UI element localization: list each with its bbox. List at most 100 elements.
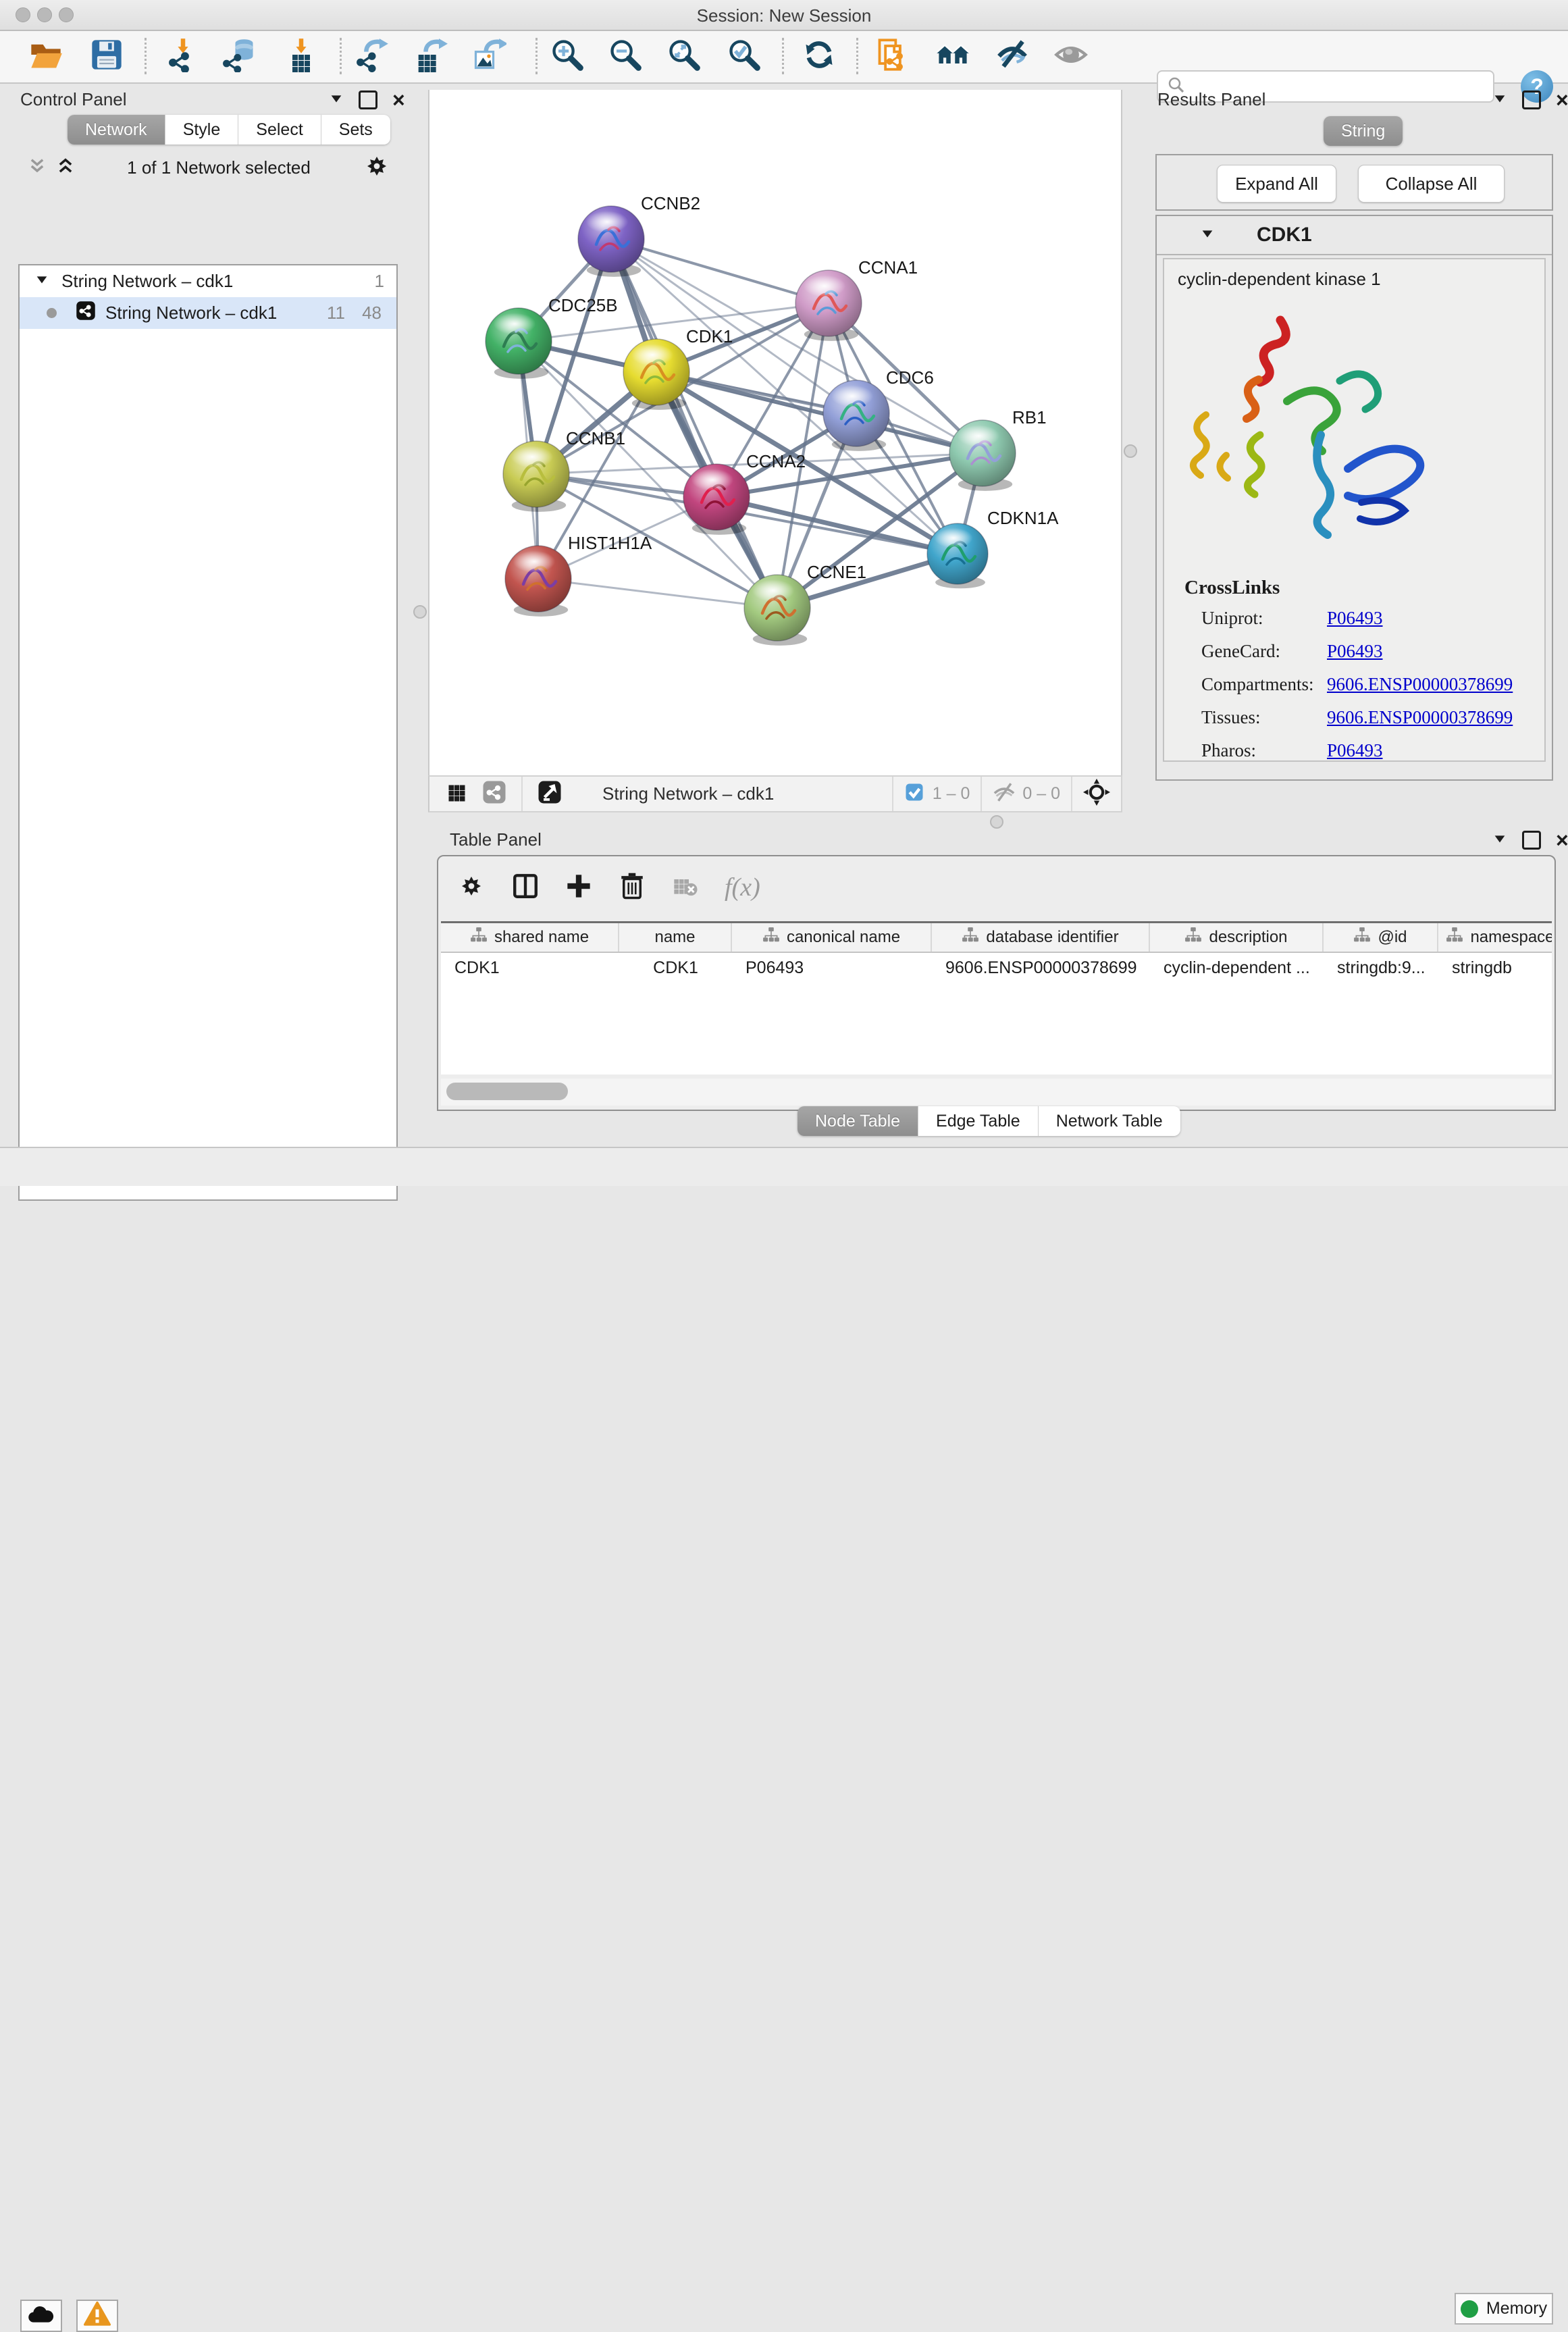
column-header-name[interactable]: name: [619, 923, 732, 952]
export-image-button[interactable]: [469, 35, 509, 77]
refresh-button[interactable]: [799, 35, 839, 77]
tab-node-table[interactable]: Node Table: [798, 1106, 918, 1136]
export-table-button[interactable]: [410, 35, 450, 77]
gene-header[interactable]: CDK1: [1157, 216, 1552, 255]
collection-list-item[interactable]: String Network – cdk1 1: [20, 265, 396, 297]
table-hscrollbar[interactable]: [441, 1079, 1552, 1106]
crosslink-link[interactable]: 9606.ENSP00000378699: [1327, 707, 1513, 728]
close-panel-button[interactable]: ×: [1556, 93, 1568, 107]
close-panel-button[interactable]: ×: [1556, 833, 1568, 848]
columns-button[interactable]: [511, 872, 540, 904]
hierarchy-icon: [1446, 927, 1463, 949]
node-CCNE1[interactable]: [744, 575, 810, 646]
node-RB1[interactable]: [949, 420, 1016, 491]
tab-style[interactable]: Style: [165, 115, 239, 145]
node-label-CCNE1: CCNE1: [807, 562, 866, 582]
expand-all-icon[interactable]: [56, 157, 75, 179]
gear-button[interactable]: [457, 872, 486, 904]
tab-edge-table[interactable]: Edge Table: [918, 1106, 1039, 1136]
column-header-shared-name[interactable]: shared name: [441, 923, 619, 952]
network-list-item[interactable]: String Network – cdk1 11 48: [20, 297, 396, 329]
warning-icon: [84, 2301, 111, 2331]
plus-button[interactable]: [565, 873, 592, 903]
crosslink-link[interactable]: P06493: [1327, 740, 1383, 761]
float-panel-button[interactable]: [1522, 831, 1541, 850]
tab-string[interactable]: String: [1324, 116, 1403, 146]
column-header-namespace[interactable]: namespace: [1438, 923, 1552, 952]
column-header-database-identifier[interactable]: database identifier: [932, 923, 1150, 952]
table-delete-button[interactable]: [672, 873, 699, 903]
zoom-out-button[interactable]: [605, 35, 646, 77]
cloud-button[interactable]: [20, 2300, 62, 2332]
warnings-button[interactable]: [76, 2300, 118, 2332]
control-panel-tabs: NetworkStyleSelectSets: [68, 115, 390, 145]
left-splitter-handle[interactable]: [413, 605, 427, 619]
tab-select[interactable]: Select: [238, 115, 321, 145]
node-CDK1[interactable]: [623, 339, 689, 410]
tab-network-table[interactable]: Network Table: [1039, 1106, 1180, 1136]
collection-name: String Network – cdk1: [61, 271, 233, 292]
hide-items-button[interactable]: [992, 35, 1033, 77]
collapse-caret-icon[interactable]: [1200, 226, 1215, 244]
crosslink-link[interactable]: P06493: [1327, 608, 1383, 629]
edge-CCNE1-HIST1H1A[interactable]: [538, 579, 777, 608]
options-gear-icon[interactable]: [363, 152, 391, 184]
zoom-in-icon: [550, 37, 585, 76]
detach-view-icon[interactable]: [538, 780, 562, 808]
node-CDKN1A[interactable]: [927, 523, 988, 588]
node-CCNB1[interactable]: [503, 441, 569, 512]
crosslink-link[interactable]: 9606.ENSP00000378699: [1327, 674, 1513, 695]
panel-menu-caret-icon[interactable]: [1492, 91, 1507, 109]
save-button[interactable]: [86, 35, 127, 77]
zoom-in-button[interactable]: [547, 35, 587, 77]
collapse-all-button[interactable]: Collapse All: [1358, 165, 1505, 203]
expand-all-button[interactable]: Expand All: [1217, 165, 1336, 203]
table-header-row: shared namenamecanonical name database id…: [441, 923, 1552, 953]
show-details-button[interactable]: [1051, 35, 1091, 77]
cytoscape-window: { "window": { "title": "Session: New Ses…: [0, 0, 1568, 1185]
column-header-canonical-name[interactable]: canonical name: [732, 923, 932, 952]
memory-button[interactable]: Memory: [1455, 2293, 1553, 2325]
node-table[interactable]: shared namenamecanonical name database id…: [441, 921, 1552, 1074]
crosslink-label: Tissues:: [1201, 707, 1327, 728]
column-header--id[interactable]: @id: [1324, 923, 1438, 952]
panel-menu-caret-icon[interactable]: [1492, 831, 1507, 850]
close-panel-button[interactable]: ×: [392, 93, 405, 107]
hscrollbar-thumb[interactable]: [446, 1083, 568, 1100]
node-CDC25B[interactable]: [486, 308, 552, 379]
node-CCNA1[interactable]: [795, 270, 862, 341]
fit-selected-crosshair-icon[interactable]: [1083, 779, 1110, 809]
import-table-button[interactable]: [281, 35, 321, 77]
node-CCNA2[interactable]: [683, 464, 750, 535]
selection-summary: 1 of 1 Network selected: [75, 157, 363, 178]
table-row[interactable]: CDK1CDK1P064939606.ENSP00000378699cyclin…: [441, 953, 1552, 983]
import-network-button[interactable]: [163, 35, 203, 77]
selected-checkbox-icon[interactable]: [904, 782, 924, 806]
collapse-all-icon[interactable]: [28, 157, 47, 179]
float-panel-button[interactable]: [359, 90, 377, 109]
crosslink-link[interactable]: P06493: [1327, 641, 1383, 662]
column-header-description[interactable]: description: [1150, 923, 1324, 952]
zoom-selected-button[interactable]: [724, 35, 764, 77]
tab-sets[interactable]: Sets: [321, 115, 390, 145]
edge-CCNB2-CCNA1[interactable]: [611, 239, 829, 303]
birdseye-grid-icon[interactable]: [446, 780, 470, 808]
float-panel-button[interactable]: [1522, 90, 1541, 109]
expand-caret-icon[interactable]: [34, 271, 49, 292]
trash-button[interactable]: [618, 872, 646, 904]
open-folder-button[interactable]: [26, 35, 66, 77]
houses-button[interactable]: [933, 35, 973, 77]
export-network-button[interactable]: [352, 35, 392, 77]
import-database-button[interactable]: [219, 35, 260, 77]
right-splitter-handle[interactable]: [1124, 444, 1137, 458]
column-label: database identifier: [986, 928, 1118, 947]
copy-network-button[interactable]: [872, 35, 913, 77]
zoom-fit-button[interactable]: [664, 35, 704, 77]
fx-button[interactable]: f(x): [725, 873, 760, 902]
panel-menu-caret-icon[interactable]: [329, 91, 344, 109]
network-canvas[interactable]: CCNB2 CCNA1 CDC25B: [428, 90, 1122, 775]
cell-name: CDK1: [619, 958, 732, 978]
node-HIST1H1A[interactable]: [505, 546, 571, 617]
crosslink-label: Pharos:: [1201, 740, 1327, 761]
tab-network[interactable]: Network: [68, 115, 165, 145]
